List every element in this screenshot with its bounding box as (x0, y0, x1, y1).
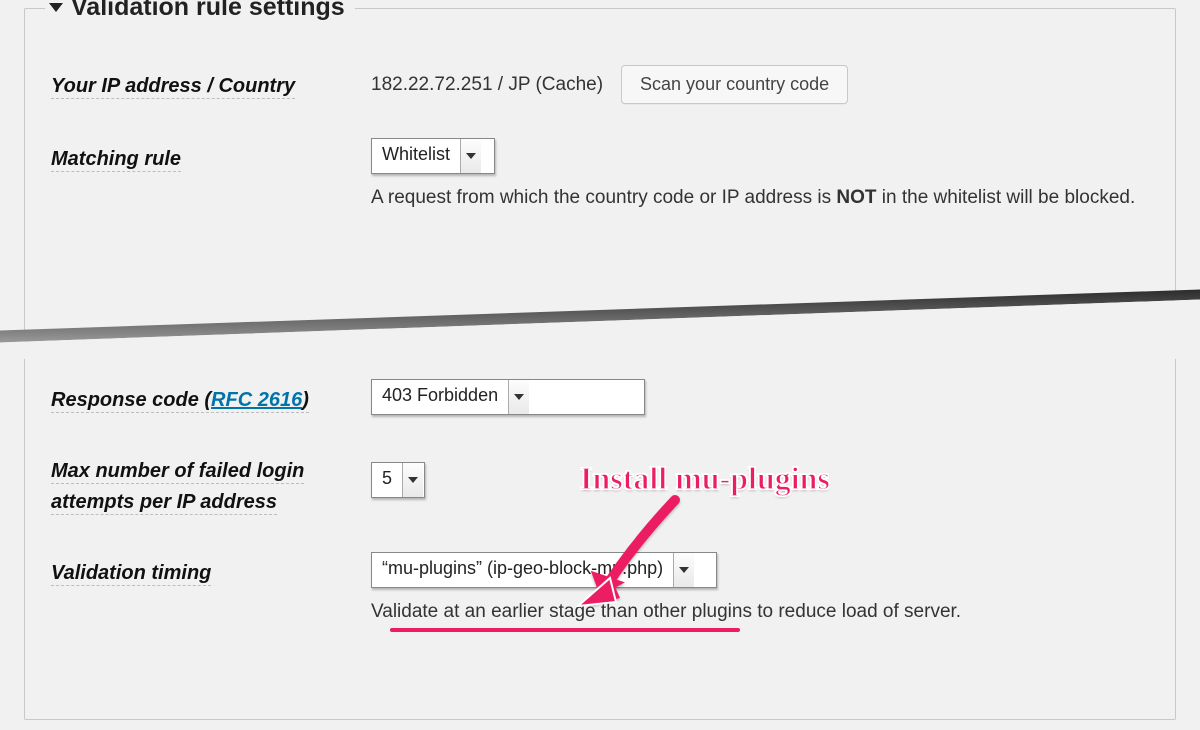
rfc-2616-link[interactable]: RFC 2616 (211, 389, 302, 411)
matching-rule-value: Whitelist (372, 139, 460, 173)
label-max-failed-login: Max number of failed login attempts per … (51, 460, 304, 515)
row-ip-address: Your IP address / Country 182.22.72.251 … (51, 65, 1149, 104)
fieldset-toggle[interactable]: Validation rule settings (45, 0, 355, 22)
label-response-code: Response code (RFC 2616) (51, 389, 309, 413)
chevron-down-icon (460, 139, 481, 173)
max-failed-login-value: 5 (372, 463, 402, 497)
chevron-down-icon (402, 463, 423, 497)
max-failed-login-select[interactable]: 5 (371, 462, 425, 498)
matching-rule-select[interactable]: Whitelist (371, 138, 495, 174)
response-code-value: 403 Forbidden (372, 380, 508, 414)
scan-country-code-button[interactable]: Scan your country code (621, 65, 848, 104)
caret-down-icon (49, 3, 63, 12)
label-validation-timing: Validation timing (51, 562, 211, 586)
response-code-select[interactable]: 403 Forbidden (371, 379, 645, 415)
validation-rule-settings-fieldset: Validation rule settings Your IP address… (24, 8, 1176, 720)
validation-timing-description: Validate at an earlier stage than other … (371, 598, 1149, 626)
label-ip-address: Your IP address / Country (51, 75, 295, 99)
validation-timing-value: “mu-plugins” (ip-geo-block-mu.php) (372, 553, 673, 587)
row-validation-timing: Validation timing “mu-plugins” (ip-geo-b… (51, 552, 1149, 626)
fieldset-title: Validation rule settings (71, 0, 345, 22)
label-matching-rule: Matching rule (51, 148, 181, 172)
ip-address-value: 182.22.72.251 / JP (Cache) (371, 74, 603, 96)
row-matching-rule: Matching rule Whitelist A request from w… (51, 138, 1149, 212)
matching-rule-description: A request from which the country code or… (371, 184, 1149, 212)
row-max-failed-login: Max number of failed login attempts per … (51, 450, 1149, 518)
row-response-code: Response code (RFC 2616) 403 Forbidden (51, 379, 1149, 416)
validation-timing-select[interactable]: “mu-plugins” (ip-geo-block-mu.php) (371, 552, 717, 588)
chevron-down-icon (508, 380, 529, 414)
torn-paper-divider (0, 289, 1200, 359)
chevron-down-icon (673, 553, 694, 587)
